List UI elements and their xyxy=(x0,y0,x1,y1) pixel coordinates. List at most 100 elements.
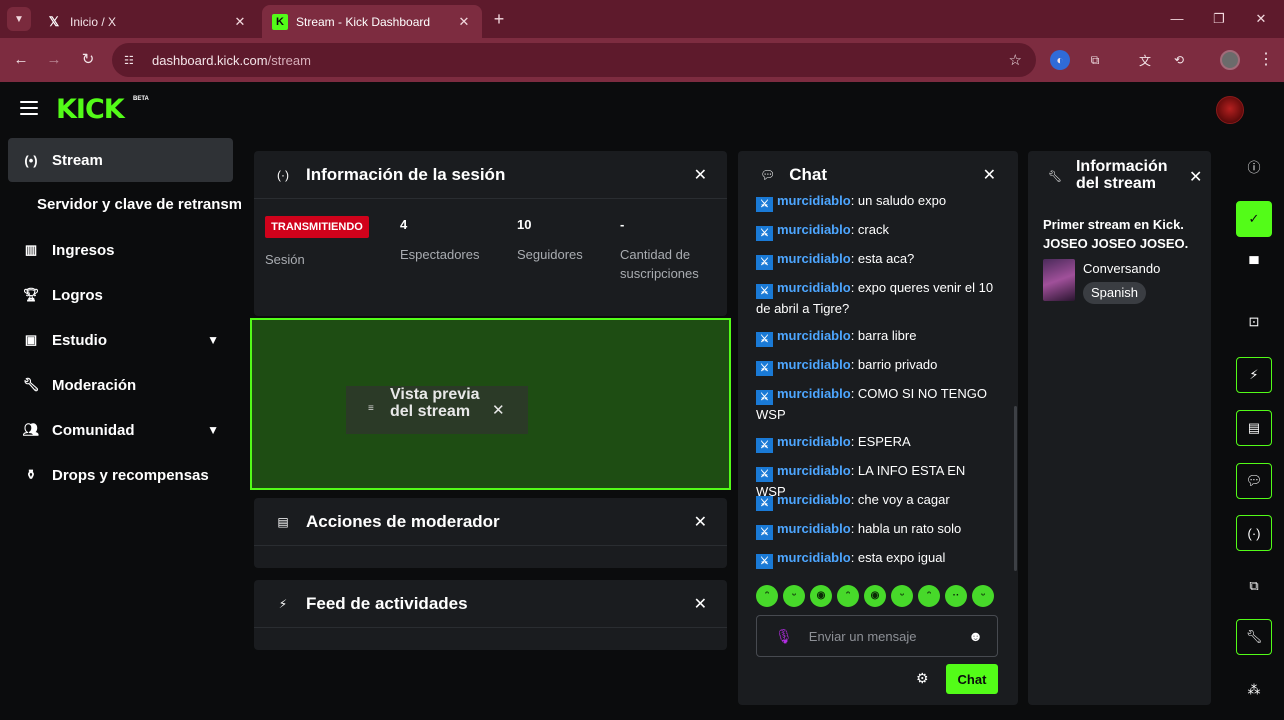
microphone-icon[interactable]: 🎙︎ xyxy=(775,628,793,645)
chat-text: : un saludo expo xyxy=(850,195,947,208)
chat-username[interactable]: murcidiablo xyxy=(777,463,851,478)
back-icon[interactable]: ← xyxy=(10,49,32,71)
activity-feed-title: Feed de actividades xyxy=(306,593,468,613)
extensions-puzzle-icon[interactable]: ⧉ xyxy=(1085,50,1105,70)
maximize-icon[interactable]: ❐ xyxy=(1208,8,1230,30)
drag-handle-icon[interactable]: ≡ xyxy=(368,403,374,414)
user-avatar[interactable] xyxy=(1216,96,1244,124)
chat-bubble-icon[interactable]: 💬︎ xyxy=(1236,463,1272,499)
sidebar-item-moderacion[interactable]: 🔧︎ Moderación xyxy=(8,363,233,407)
url-host: dashboard.kick.com xyxy=(152,52,268,68)
kick-logo[interactable]: KICK xyxy=(56,94,125,125)
sidebar-item-label: Estudio xyxy=(52,331,107,349)
close-icon[interactable]: ✕ xyxy=(983,165,996,185)
emote-icon[interactable]: ᵕ xyxy=(972,585,994,607)
chat-username[interactable]: murcidiablo xyxy=(777,280,851,295)
close-icon[interactable]: ✕ xyxy=(1189,167,1202,187)
emote-icon[interactable]: ᵔ xyxy=(837,585,859,607)
history-icon[interactable]: ⟲ xyxy=(1169,50,1189,70)
wrench-icon[interactable]: 🔧︎ xyxy=(1236,619,1272,655)
check-icon[interactable]: ✓ xyxy=(1236,201,1272,237)
site-settings-icon[interactable]: ☷ xyxy=(124,54,140,67)
reload-icon[interactable]: ↻ xyxy=(77,49,99,71)
sidebar-item-estudio[interactable]: ▣ Estudio ▼ xyxy=(8,318,233,362)
chat-username[interactable]: murcidiablo xyxy=(777,386,851,401)
chat-username[interactable]: murcidiablo xyxy=(777,492,851,507)
emote-icon[interactable]: ᵔ xyxy=(918,585,940,607)
chat-message-input[interactable]: 🎙︎ Enviar un mensaje ☻ xyxy=(756,615,998,657)
document-icon[interactable]: ▤ xyxy=(1236,410,1272,446)
share-icon[interactable]: ⁂ xyxy=(1236,672,1272,708)
tab-search-chevron-icon[interactable]: ▼ xyxy=(7,7,31,31)
hamburger-menu-icon[interactable] xyxy=(20,101,38,115)
emote-icon[interactable]: ·· xyxy=(945,585,967,607)
chat-username[interactable]: murcidiablo xyxy=(777,434,851,449)
close-tab-icon[interactable]: ✕ xyxy=(232,14,248,30)
bar-chart-icon: ▥ xyxy=(24,242,38,257)
sidebar-item-drops[interactable]: ⚱︎ Drops y recompensas xyxy=(8,453,233,497)
sidebar-item-ingresos[interactable]: ▥ Ingresos xyxy=(8,228,233,272)
chat-username[interactable]: murcidiablo xyxy=(777,521,851,536)
chat-username[interactable]: murcidiablo xyxy=(777,357,851,372)
extension-icon[interactable]: ◐ xyxy=(1050,50,1070,70)
forward-icon[interactable]: → xyxy=(43,49,65,71)
emote-icon[interactable]: ᵕ xyxy=(891,585,913,607)
mod-actions-header: ▤ Acciones de moderador ✕ xyxy=(254,498,727,546)
category-name[interactable]: Conversando xyxy=(1083,261,1160,276)
close-icon[interactable]: ✕ xyxy=(694,594,707,614)
browser-tab-inicio[interactable]: 𝕏 Inicio / X ✕ xyxy=(36,5,258,38)
sidebar-item-server-key[interactable]: Servidor y clave de retransmisión xyxy=(37,196,241,213)
sidebar-item-comunidad[interactable]: 👥︎ Comunidad ▼ xyxy=(8,408,233,452)
category-thumbnail[interactable] xyxy=(1043,259,1075,301)
close-icon[interactable]: ✕ xyxy=(694,165,707,185)
chat-message: ⚔ murcidiablo: che voy a cagar xyxy=(756,490,996,511)
browser-menu-icon[interactable]: ⋮ xyxy=(1258,50,1274,70)
mod-badge-icon: ⚔ xyxy=(756,226,773,241)
chat-scrollbar[interactable] xyxy=(1014,406,1017,571)
subs-value: - xyxy=(620,217,625,232)
chat-username[interactable]: murcidiablo xyxy=(777,251,851,266)
sidebar-item-stream[interactable]: (•) Stream xyxy=(8,138,233,182)
translate-icon[interactable]: 文 xyxy=(1135,50,1155,70)
new-tab-icon[interactable]: + xyxy=(488,8,510,30)
emoji-picker-icon[interactable]: ☻ xyxy=(968,628,983,644)
emote-icon[interactable]: ᵕ xyxy=(783,585,805,607)
layout-icon[interactable]: ▀ xyxy=(1236,245,1272,281)
chevron-down-icon[interactable]: ▼ xyxy=(207,333,219,347)
chevron-down-icon[interactable]: ▼ xyxy=(207,423,219,437)
close-tab-icon[interactable]: ✕ xyxy=(456,14,472,30)
browser-tab-bar: ▼ 𝕏 Inicio / X ✕ K Stream - Kick Dashboa… xyxy=(0,0,1284,38)
broadcast-icon[interactable]: (·) xyxy=(1236,515,1272,551)
emote-icon[interactable]: ◉ xyxy=(864,585,886,607)
lightning-icon: ⚡︎ xyxy=(278,596,288,611)
emote-icon[interactable]: ◉ xyxy=(810,585,832,607)
chat-message: ⚔ murcidiablo: crack xyxy=(756,220,996,241)
stream-preview-tab[interactable]: ≡ Vista previa del stream ✕ xyxy=(346,386,528,434)
chat-messages[interactable]: ⚔ murcidiablo: un saludo expo ⚔ murcidiabl… xyxy=(738,195,1008,579)
address-bar[interactable]: ☷ dashboard.kick.com/stream ☆ xyxy=(112,43,1036,77)
minimize-icon[interactable]: — xyxy=(1166,8,1188,30)
chat-username[interactable]: murcidiablo xyxy=(777,222,851,237)
chat-username[interactable]: murcidiablo xyxy=(777,328,851,343)
video-layout-icon[interactable]: ⧉ xyxy=(1236,568,1272,604)
chat-username[interactable]: murcidiablo xyxy=(777,550,851,565)
browser-profile-avatar[interactable] xyxy=(1220,50,1240,70)
close-icon[interactable]: ✕ xyxy=(694,512,707,532)
close-window-icon[interactable]: ✕ xyxy=(1250,8,1272,30)
screenshot-icon[interactable]: ⊡ xyxy=(1236,304,1272,340)
session-info-header: (·) Información de la sesión ✕ xyxy=(254,151,727,199)
lightning-icon[interactable]: ⚡︎ xyxy=(1236,357,1272,393)
drops-icon: ⚱︎ xyxy=(25,467,37,482)
followers-value: 10 xyxy=(517,217,532,232)
close-icon[interactable]: ✕ xyxy=(492,401,505,419)
sidebar-item-label: Stream xyxy=(52,151,103,169)
chat-settings-gear-icon[interactable]: ⚙ xyxy=(916,670,929,687)
sidebar-item-logros[interactable]: 🏆︎ Logros xyxy=(8,273,233,317)
send-chat-button[interactable]: Chat xyxy=(946,664,998,694)
chat-username[interactable]: murcidiablo xyxy=(777,195,851,208)
emote-icon[interactable]: ᵔ xyxy=(756,585,778,607)
info-icon[interactable]: ⓘ xyxy=(1236,148,1272,184)
stream-preview-area[interactable]: ≡ Vista previa del stream ✕ xyxy=(250,318,731,490)
bookmark-star-icon[interactable]: ☆ xyxy=(1009,51,1022,69)
browser-tab-kick[interactable]: K Stream - Kick Dashboard ✕ xyxy=(262,5,482,38)
